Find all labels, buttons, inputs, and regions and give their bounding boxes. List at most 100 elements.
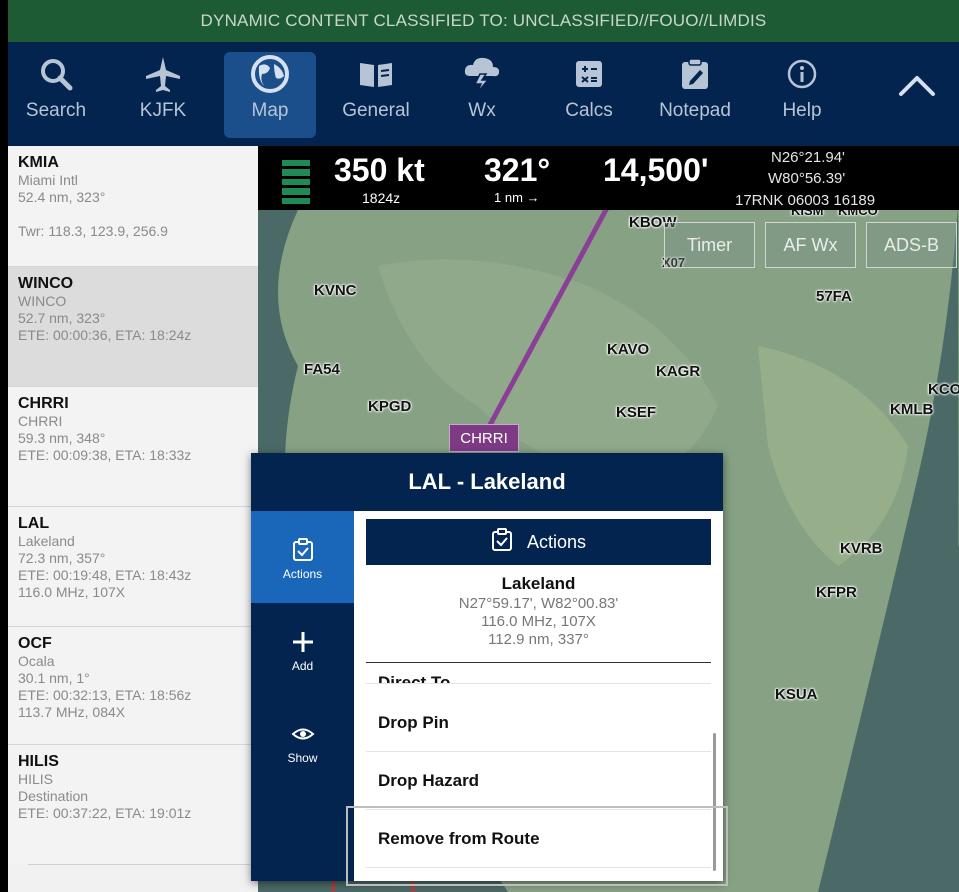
sidebar-item-label: Actions xyxy=(282,567,323,581)
map-label[interactable]: KSEF xyxy=(616,404,656,421)
zulu-time: 1824z xyxy=(362,190,401,206)
nav-calcs[interactable]: Calcs xyxy=(543,52,635,138)
waypoint-distance: 112.9 nm, 337° xyxy=(488,631,589,648)
waypoint-id: KMIA xyxy=(18,154,59,171)
waypoint-id: HILIS xyxy=(18,753,59,770)
map-label[interactable]: KVRB xyxy=(840,540,883,557)
map-label[interactable]: KMLB xyxy=(890,401,933,418)
map-label[interactable]: 57FA xyxy=(816,288,852,305)
nav-map[interactable]: Map xyxy=(224,52,316,138)
list-item[interactable]: CHRRI CHRRI 59.3 nm, 348° ETE: 00:09:38,… xyxy=(8,387,258,507)
chevron-up-icon[interactable] xyxy=(897,74,937,103)
nav-label: General xyxy=(342,100,410,121)
ads-b-button[interactable]: ADS-B xyxy=(866,222,957,268)
waypoint-id: CHRRI xyxy=(18,395,69,412)
list-item[interactable]: WINCO WINCO 52.7 nm, 323° ETE: 00:00:36,… xyxy=(8,267,258,387)
route-list: KMIA Miami Intl 52.4 nm, 323° Twr: 118.3… xyxy=(8,146,258,892)
map-label[interactable]: KFPR xyxy=(816,584,857,601)
notepad-icon xyxy=(680,52,710,96)
info-icon xyxy=(786,52,818,96)
waypoint-id: LAL xyxy=(18,515,50,532)
waypoint-line: CHRRI xyxy=(18,413,63,429)
heading: 321° xyxy=(484,152,551,188)
nav-notepad[interactable]: Notepad xyxy=(649,52,741,138)
af-wx-button[interactable]: AF Wx xyxy=(765,222,856,268)
popup-title: LAL - Lakeland xyxy=(251,453,723,511)
waypoint-line: ETE: 00:00:36, ETA: 18:24z xyxy=(18,327,192,343)
waypoint-line xyxy=(18,206,248,223)
waypoint-coords: N27°59.17', W82°00.83' xyxy=(458,595,619,612)
nav-wx[interactable]: Wx xyxy=(436,52,528,138)
waypoint-name: Lakeland xyxy=(501,574,576,593)
nav-label: Calcs xyxy=(565,100,613,121)
nav-kjfk[interactable]: KJFK xyxy=(117,52,209,138)
waypoint-info: Lakeland N27°59.17', W82°00.83' 116.0 MH… xyxy=(354,573,723,649)
waypoint-line: ETE: 00:09:38, ETA: 18:33z xyxy=(18,447,192,463)
waypoint-line: 59.3 nm, 348° xyxy=(18,430,106,446)
waypoint-line: 30.1 nm, 1° xyxy=(18,670,90,686)
waypoint-line: HILIS xyxy=(18,771,54,787)
nav-label: Wx xyxy=(468,100,496,121)
map-label[interactable]: KPGD xyxy=(368,398,411,415)
list-item[interactable]: LAL Lakeland 72.3 nm, 357° ETE: 00:19:48… xyxy=(8,507,258,627)
popup-sidebar: Actions Add Show xyxy=(251,511,354,881)
map-label[interactable]: KSUA xyxy=(775,686,818,703)
mgrs-grid: 17RNK 06003 16189 xyxy=(735,192,876,209)
map-label[interactable]: FA54 xyxy=(304,361,340,378)
storm-cloud-icon xyxy=(462,52,502,96)
highlight-outline xyxy=(346,806,728,886)
waypoint-line: 72.3 nm, 357° xyxy=(18,550,106,566)
nav-label: Notepad xyxy=(659,100,731,121)
sidebar-item-show[interactable]: Show xyxy=(251,695,354,787)
altitude: 14,500' xyxy=(603,152,709,188)
eye-icon xyxy=(291,717,315,751)
longitude: W80°56.39' xyxy=(768,170,846,187)
calculator-icon xyxy=(574,52,604,96)
nav-label: Help xyxy=(782,100,822,121)
direct-to-button[interactable]: Direct To xyxy=(366,662,711,684)
row-label: Drop Hazard xyxy=(378,770,480,790)
map-label[interactable]: KAGR xyxy=(656,363,700,380)
map-label[interactable]: KVNC xyxy=(314,282,357,299)
clipboard-check-icon xyxy=(491,527,513,557)
waypoint-line: 116.0 MHz, 107X xyxy=(18,584,126,600)
sidebar-item-actions[interactable]: Actions xyxy=(251,511,354,603)
waypoint-line: Twr: 118.3, 123.9, 256.9 xyxy=(18,223,168,239)
waypoint-line: Ocala xyxy=(18,653,55,669)
waypoint-frequency: 116.0 MHz, 107X xyxy=(481,613,596,630)
nav-help[interactable]: Help xyxy=(756,52,848,138)
sidebar-item-add[interactable]: Add xyxy=(251,603,354,695)
search-icon xyxy=(39,52,73,96)
drop-pin-button[interactable]: Drop Pin xyxy=(366,694,711,752)
globe-icon xyxy=(250,52,290,96)
nav-general[interactable]: General xyxy=(330,52,422,138)
sidebar-item-label: Show xyxy=(287,751,318,765)
classification-banner: DYNAMIC CONTENT CLASSIFIED TO: UNCLASSIF… xyxy=(8,0,959,42)
list-item[interactable]: KMIA Miami Intl 52.4 nm, 323° Twr: 118.3… xyxy=(8,146,258,267)
map-label[interactable]: KCOI xyxy=(928,381,959,398)
row-label: Direct To xyxy=(378,673,451,684)
map-scale: 1 nm → xyxy=(494,190,540,205)
waypoint-id: WINCO xyxy=(18,275,74,292)
list-item[interactable]: OCF Ocala 30.1 nm, 1° ETE: 00:32:13, ETA… xyxy=(8,627,258,745)
waypoint-marker-chrri[interactable]: CHRRI xyxy=(449,424,519,452)
map-label[interactable]: KAVO xyxy=(607,341,649,358)
actions-header-button[interactable]: Actions xyxy=(366,519,711,565)
nav-search[interactable]: Search xyxy=(10,52,102,138)
clipboard-check-icon xyxy=(292,533,314,567)
waypoint-line: ETE: 00:32:13, ETA: 18:56z xyxy=(18,687,192,703)
waypoint-line: ETE: 00:19:48, ETA: 18:43z xyxy=(18,567,192,583)
nav-label: Search xyxy=(25,100,87,121)
waypoint-line: Miami Intl xyxy=(18,172,78,188)
airplane-icon xyxy=(143,52,183,96)
actions-label: Actions xyxy=(526,531,587,552)
drop-hazard-button[interactable]: Drop Hazard xyxy=(366,752,711,810)
waypoint-line: WINCO xyxy=(18,293,67,309)
waypoint-line: ETE: 00:37:22, ETA: 19:01z xyxy=(18,805,192,821)
nav-label: KJFK xyxy=(139,100,187,121)
divider xyxy=(28,864,250,865)
list-item[interactable]: HILIS HILIS Destination ETE: 00:37:22, E… xyxy=(8,745,258,865)
latitude: N26°21.94' xyxy=(771,149,845,166)
row-label: Drop Pin xyxy=(378,712,449,732)
timer-button[interactable]: Timer xyxy=(664,222,755,268)
